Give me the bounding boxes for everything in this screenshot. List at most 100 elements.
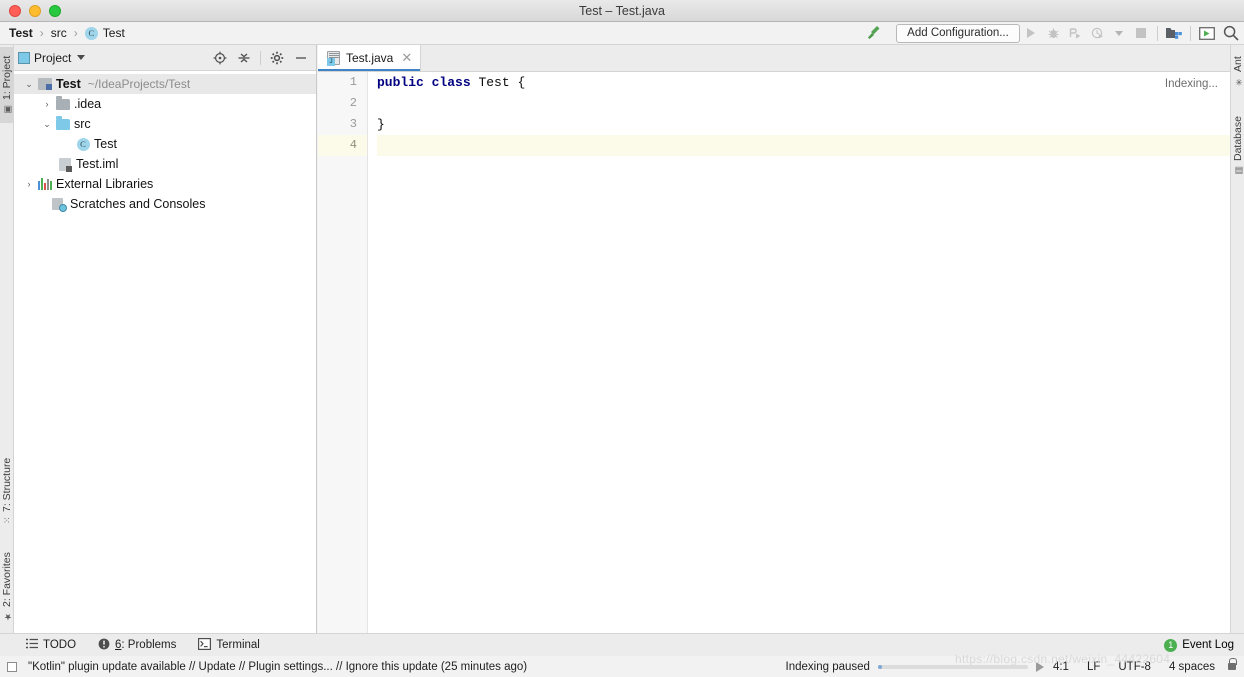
tree-node-external-libraries[interactable]: › External Libraries	[14, 174, 316, 194]
window-title: Test – Test.java	[579, 3, 665, 18]
sidebar-item-ant[interactable]: ✳ Ant	[1231, 47, 1244, 95]
chevron-down-icon[interactable]: ⌄	[22, 79, 36, 90]
bottom-item-todo[interactable]: TODO	[26, 638, 76, 652]
indexing-paused-label: Indexing paused	[785, 660, 870, 673]
run-console-icon[interactable]	[1196, 22, 1218, 45]
editor-tabbar: Test.java ✕	[318, 45, 1230, 72]
locate-icon[interactable]	[209, 47, 231, 69]
project-tree: ⌄ Test ~/IdeaProjects/Test › .idea ⌄ src…	[14, 71, 316, 214]
chevron-right-icon[interactable]: ›	[22, 179, 36, 189]
sidebar-item-database-label: Database	[1232, 116, 1244, 162]
status-bar-message[interactable]: "Kotlin" plugin update available // Upda…	[28, 661, 527, 673]
todo-list-icon	[26, 638, 38, 652]
sidebar-item-database[interactable]: ▤ Database	[1231, 103, 1244, 189]
indent-setting[interactable]: 4 spaces	[1160, 661, 1224, 673]
folder-source-icon	[54, 115, 72, 130]
sidebar-item-favorites[interactable]: ★ 2: Favorites	[0, 540, 14, 633]
tree-node-label: Test	[56, 77, 81, 91]
play-icon[interactable]	[1035, 661, 1044, 672]
class-badge: C	[74, 137, 92, 151]
editor-tab-test-java[interactable]: Test.java ✕	[318, 45, 422, 71]
add-configuration-button[interactable]: Add Configuration...	[896, 23, 1020, 43]
toolbar-divider	[1190, 25, 1191, 41]
status-bar: "Kotlin" plugin update available // Upda…	[0, 656, 1244, 677]
chevron-right-icon[interactable]: ›	[40, 99, 54, 109]
breadcrumb: Test › src › C Test	[9, 26, 125, 40]
code-line-1: public class Test {	[377, 75, 526, 90]
sidebar-item-project-label: 1: Project	[1, 55, 13, 101]
sidebar-item-ant-label: Ant	[1232, 56, 1244, 72]
status-bar-right: Indexing paused 4:1 LF UTF-8 4 spaces	[785, 658, 1237, 673]
caret-position[interactable]: 4:1	[1044, 661, 1078, 673]
keyword-public: public	[377, 75, 424, 90]
run-icon	[1020, 22, 1042, 45]
indexing-progress-fill	[877, 664, 882, 669]
file-encoding[interactable]: UTF-8	[1109, 661, 1160, 673]
breadcrumb-item-src[interactable]: src	[51, 26, 67, 40]
chevron-down-icon	[1108, 22, 1130, 45]
settings-gear-icon[interactable]	[266, 47, 288, 69]
project-panel-header: Project	[14, 45, 316, 71]
database-icon: ▤	[1233, 165, 1243, 176]
ant-icon: ✳	[1233, 75, 1243, 86]
problems-suffix: : Problems	[121, 639, 177, 651]
debug-icon	[1042, 22, 1064, 45]
line-separator[interactable]: LF	[1078, 661, 1109, 673]
breadcrumb-item-project[interactable]: Test	[9, 26, 33, 40]
keyword-class: class	[431, 75, 471, 90]
tree-node-scratches[interactable]: Scratches and Consoles	[14, 194, 316, 214]
line-number: 1	[349, 75, 357, 89]
sidebar-item-structure[interactable]: ⁙ 7: Structure	[0, 445, 14, 537]
bottom-item-terminal-label: Terminal	[216, 639, 260, 651]
line-number: 4	[318, 135, 367, 156]
left-tool-window-strip: ▣ 1: Project ⁙ 7: Structure ★ 2: Favorit…	[0, 45, 14, 633]
close-icon[interactable]: ✕	[401, 50, 412, 66]
indexing-status-label: Indexing...	[1164, 78, 1218, 90]
chevron-down-icon[interactable]: ⌄	[40, 119, 54, 130]
project-structure-icon[interactable]	[1163, 22, 1185, 45]
editor-gutter[interactable]: 1 2 3 4	[318, 72, 368, 633]
project-panel-toolbar	[209, 47, 312, 69]
tree-node-test-module[interactable]: ⌄ Test ~/IdeaProjects/Test	[14, 74, 316, 94]
editor-tab-label: Test.java	[346, 51, 394, 65]
tree-node-label: src	[74, 117, 91, 131]
toolbar-divider	[1157, 25, 1158, 41]
collapse-all-icon[interactable]	[233, 47, 255, 69]
navigation-bar: Test › src › C Test Add Configuration...	[0, 22, 1244, 45]
project-tool-window: Project ⌄ Test ~/IdeaProjects/Test › .id…	[14, 45, 317, 633]
event-log-button[interactable]: 1 Event Log	[1164, 638, 1234, 652]
bottom-tool-window-strip: TODO 6: Problems Terminal 1 Event Log	[0, 633, 1244, 656]
tree-node-test-class[interactable]: C Test	[14, 134, 316, 154]
line-number: 2	[349, 96, 357, 110]
sidebar-item-project[interactable]: ▣ 1: Project	[0, 47, 14, 123]
project-panel-title[interactable]: Project	[34, 51, 86, 65]
right-tool-window-strip: ✳ Ant ▤ Database	[1230, 45, 1244, 633]
code-editor[interactable]: 1 2 3 4 public class Test { } Indexing..…	[318, 72, 1230, 633]
tree-node-src[interactable]: ⌄ src	[14, 114, 316, 134]
java-file-icon	[327, 51, 340, 66]
tree-node-idea[interactable]: › .idea	[14, 94, 316, 114]
toolbar-divider	[260, 50, 261, 65]
favorites-star-icon: ★	[2, 610, 12, 621]
folder-grey-icon	[54, 95, 72, 110]
chevron-down-icon[interactable]	[77, 55, 86, 60]
breadcrumb-item-class[interactable]: C Test	[84, 26, 125, 40]
bottom-item-todo-label: TODO	[43, 639, 77, 651]
indexing-progress-bar	[877, 664, 1028, 669]
search-icon[interactable]	[1218, 22, 1244, 45]
tree-node-label: .idea	[74, 97, 102, 111]
terminal-icon	[198, 637, 212, 653]
tree-node-iml-file[interactable]: Test.iml	[14, 154, 316, 174]
lock-icon[interactable]	[1228, 658, 1237, 670]
line-number: 3	[349, 117, 357, 131]
hammer-icon[interactable]	[864, 23, 882, 44]
bottom-item-problems[interactable]: 6: Problems	[98, 638, 176, 653]
sidebar-item-structure-label: 7: Structure	[1, 458, 13, 513]
event-log-count-badge: 1	[1164, 638, 1178, 652]
intellij-idea-window: Test – Test.java Test › src › C Test Add…	[0, 0, 1244, 677]
bottom-item-terminal[interactable]: Terminal	[198, 637, 260, 653]
checkbox-icon[interactable]	[7, 662, 17, 672]
hide-panel-icon[interactable]	[290, 47, 312, 69]
code-text-area[interactable]: public class Test { }	[368, 72, 1230, 633]
window-titlebar: Test – Test.java	[0, 0, 1244, 22]
